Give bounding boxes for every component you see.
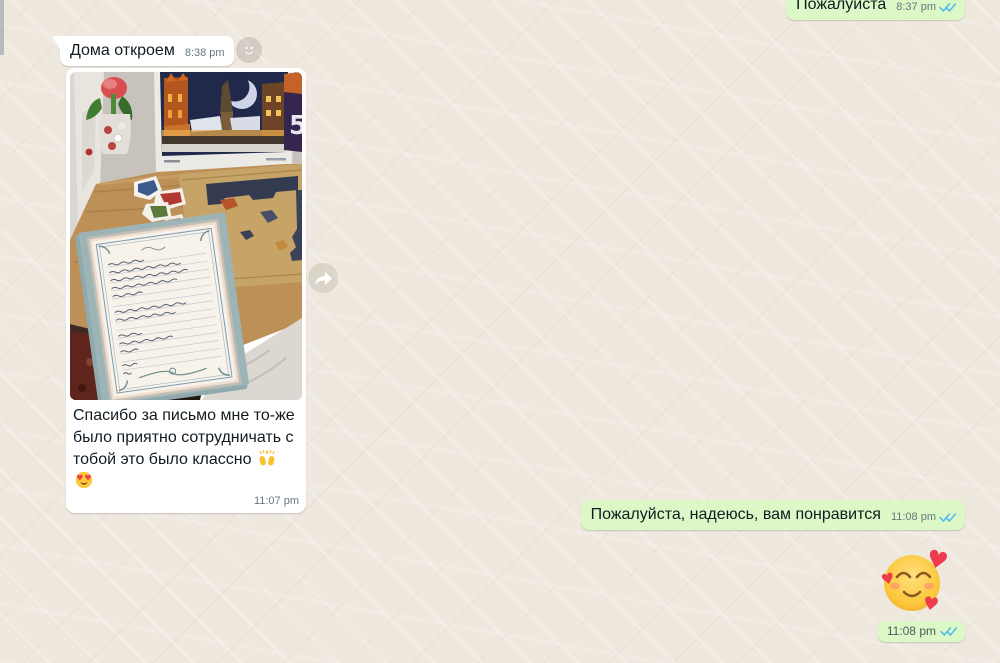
emoji-message-meta: 11:08 pm xyxy=(878,621,965,642)
read-receipt-icon xyxy=(939,512,956,523)
svg-text:5: 5 xyxy=(289,111,302,141)
forward-button[interactable] xyxy=(308,263,338,293)
message-text: Дома откроем xyxy=(70,40,175,61)
svg-text:♥: ♥ xyxy=(84,474,91,483)
forward-arrow-icon xyxy=(313,269,333,287)
message-time: 11:08 pm xyxy=(891,507,936,528)
message-time: 8:37 pm xyxy=(896,0,936,18)
smiley-icon xyxy=(241,42,257,58)
message-text: Пожалуйста, надеюсь, вам понравится xyxy=(591,504,881,525)
svg-text:♥: ♥ xyxy=(923,546,949,576)
read-receipt-icon xyxy=(939,2,956,13)
svg-text:♥: ♥ xyxy=(921,593,941,616)
message-incoming-1[interactable]: Дома откроем 8:38 pm xyxy=(60,36,234,66)
message-meta: 8:38 pm xyxy=(185,43,225,64)
letter-photo[interactable]: 5 xyxy=(70,72,302,400)
svg-text:♥: ♥ xyxy=(76,474,83,483)
heart-eyes-emoji: ♥ ♥ xyxy=(75,471,93,489)
message-time: 8:38 pm xyxy=(185,43,225,64)
message-text: Пожалуйста xyxy=(796,0,886,15)
message-meta: 8:37 pm xyxy=(896,0,956,18)
message-image[interactable]: 5 xyxy=(66,68,306,513)
message-time: 11:08 pm xyxy=(887,624,936,638)
chat-conversation: Пожалуйста 8:37 pm Дома откроем 8:38 pm xyxy=(0,0,1000,663)
message-emoji[interactable]: ♥ ♥ ♥ 11:08 pm xyxy=(878,546,965,642)
message-meta: 11:08 pm xyxy=(891,507,956,528)
read-receipt-icon xyxy=(940,626,957,637)
message-outgoing-1[interactable]: Пожалуйста 8:37 pm xyxy=(786,0,965,20)
scrollbar-thumb[interactable] xyxy=(0,0,4,55)
message-outgoing-2[interactable]: Пожалуйста, надеюсь, вам понравится 11:0… xyxy=(581,500,965,530)
add-reaction-button[interactable] xyxy=(236,37,262,63)
raising-hands-emoji xyxy=(258,449,276,467)
smiling-face-with-hearts-emoji: ♥ ♥ ♥ xyxy=(879,546,949,616)
image-caption: Спасибо за письмо мне то-же было приятно… xyxy=(70,400,302,493)
message-time: 11:07 pm xyxy=(70,493,302,509)
